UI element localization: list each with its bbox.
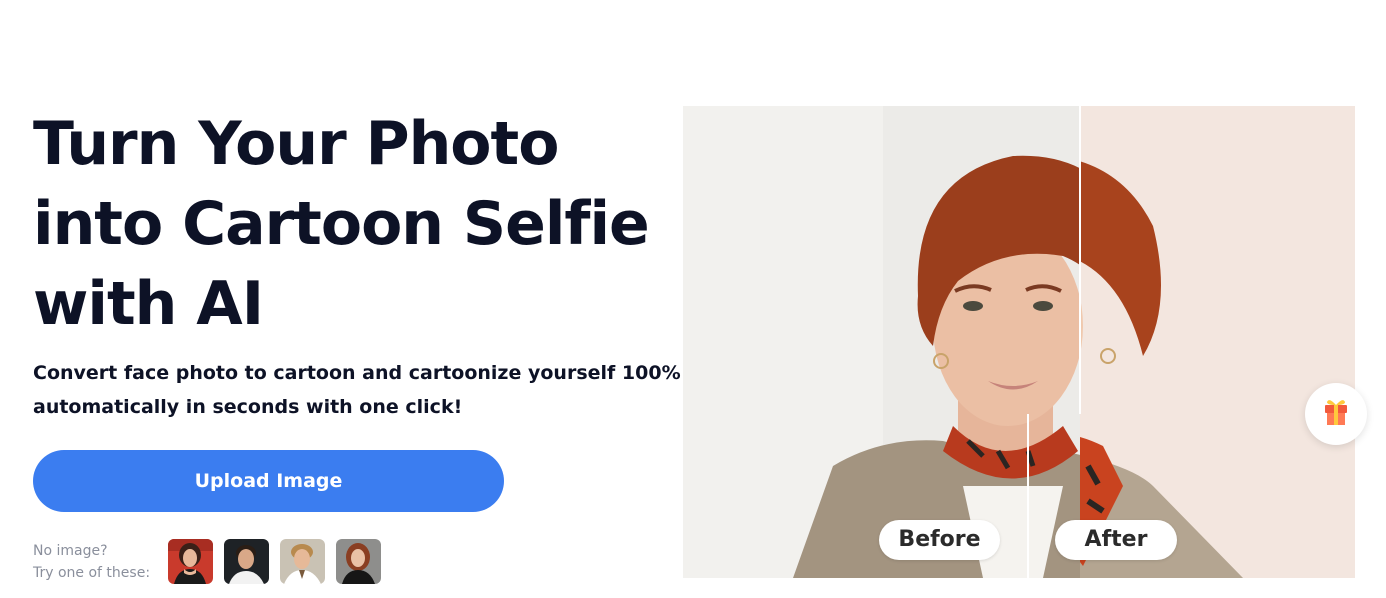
sample-thumbnail-3[interactable] (280, 539, 325, 584)
man-portrait-image (280, 539, 325, 584)
sample-thumbnail-1[interactable] (168, 539, 213, 584)
before-label: Before (879, 520, 1000, 560)
woman-portrait-image (336, 539, 381, 584)
gift-icon (1325, 400, 1347, 425)
title-line-2: into Cartoon Selfie (33, 189, 650, 259)
sample-label-line-2: Try one of these: (33, 565, 151, 581)
after-label: After (1055, 520, 1177, 560)
man-portrait-image (224, 539, 269, 584)
hero-subtitle: Convert face photo to cartoon and cartoo… (33, 356, 681, 424)
sample-images-label: No image? Try one of these: (33, 540, 150, 584)
before-after-comparison[interactable] (683, 106, 1355, 578)
sample-thumbnail-2[interactable] (224, 539, 269, 584)
title-line-3: with AI (33, 269, 264, 339)
subtitle-line-2: automatically in seconds with one click! (33, 396, 463, 418)
page-title: Turn Your Photo into Cartoon Selfie with… (33, 104, 653, 344)
page: Turn Your Photo into Cartoon Selfie with… (0, 0, 1386, 598)
subtitle-line-1: Convert face photo to cartoon and cartoo… (33, 362, 681, 384)
woman-portrait-image (168, 539, 213, 584)
gift-button[interactable] (1305, 383, 1367, 445)
sample-thumbnail-4[interactable] (336, 539, 381, 584)
sample-label-line-1: No image? (33, 543, 108, 559)
upload-image-button[interactable]: Upload Image (33, 450, 504, 512)
portrait-comparison-image (683, 106, 1355, 578)
title-line-1: Turn Your Photo (33, 109, 559, 179)
